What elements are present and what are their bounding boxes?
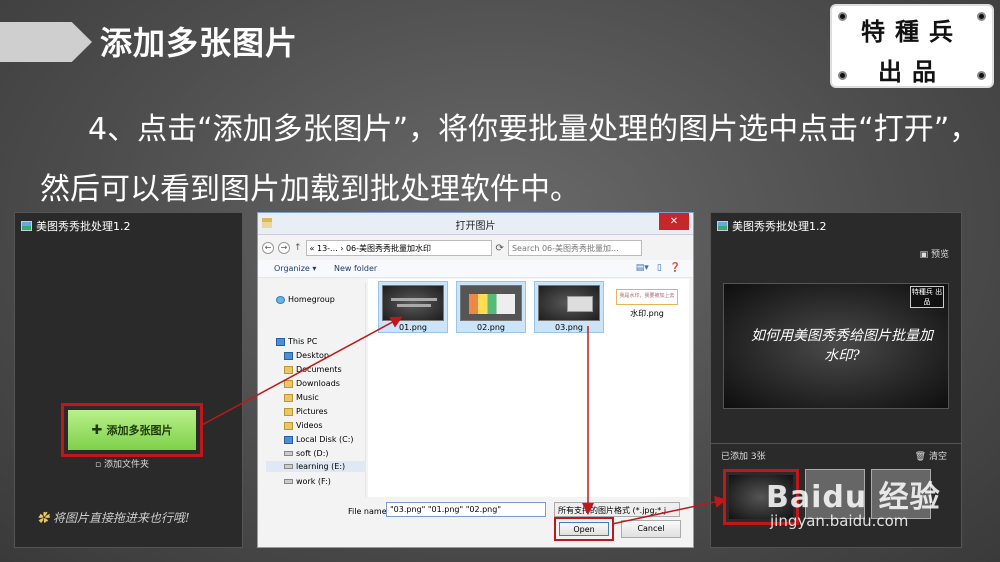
arrow-to-result	[611, 496, 727, 525]
guide-arrows	[199, 316, 727, 525]
arrow-to-files	[199, 316, 403, 427]
